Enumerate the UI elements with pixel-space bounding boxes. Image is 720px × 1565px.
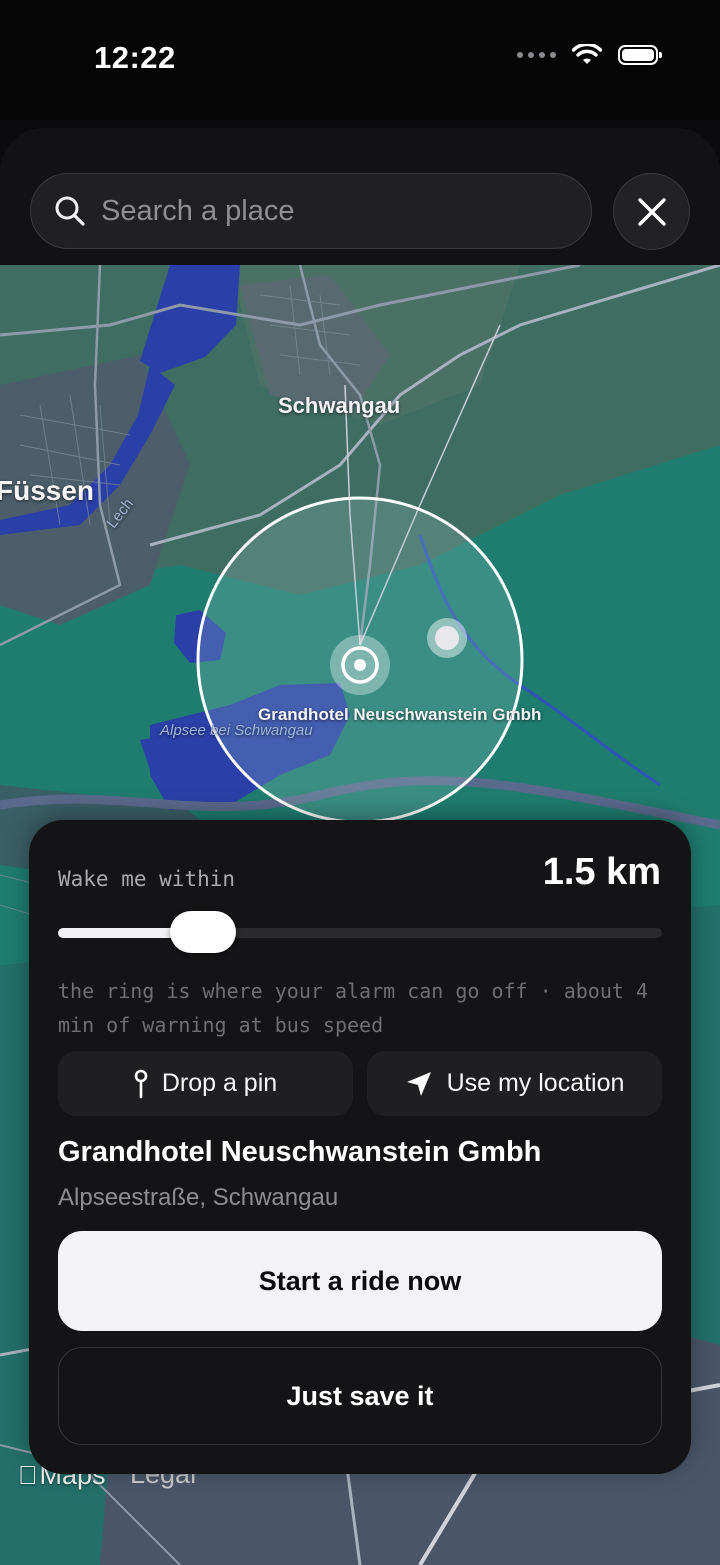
search-placeholder: Search a place: [101, 194, 295, 227]
place-name: Grandhotel Neuschwanstein Gmbh: [58, 1136, 542, 1168]
map-label-schwangau: Schwangau: [278, 393, 401, 418]
map-label-hotel[interactable]: Grandhotel Neuschwanstein Gmbh: [258, 705, 541, 724]
use-location-button[interactable]: Use my location: [367, 1051, 662, 1116]
close-icon: [637, 197, 666, 226]
map-label-fussen: Füssen: [0, 475, 95, 506]
start-ride-button[interactable]: Start a ride now: [58, 1231, 662, 1331]
status-icons: [517, 44, 662, 66]
alarm-sheet: Wake me within 1.5 km the ring is where …: [29, 820, 691, 1474]
drop-pin-label: Drop a pin: [161, 1069, 278, 1097]
place-address: Alpseestraße, Schwangau: [58, 1184, 339, 1211]
status-bar: 12:22: [0, 0, 720, 120]
wake-label: Wake me within: [58, 867, 236, 891]
close-button[interactable]: [613, 173, 690, 250]
wifi-icon: [572, 44, 602, 64]
distance-value: 1.5 km: [542, 851, 661, 893]
use-location-label: Use my location: [446, 1069, 625, 1097]
distance-slider[interactable]: [58, 911, 662, 953]
search-input[interactable]: Search a place: [30, 173, 592, 249]
save-button[interactable]: Just save it: [58, 1347, 662, 1445]
map-label-alpsee: Alpsee bei Schwangau: [160, 722, 313, 739]
search-icon: [55, 196, 85, 226]
apple-icon: : [18, 1460, 38, 1491]
signal-icon: [517, 52, 556, 58]
location-arrow-icon: [406, 1071, 431, 1096]
battery-icon: [618, 45, 662, 65]
status-time: 12:22: [94, 40, 176, 75]
ring-hint: the ring is where your alarm can go off …: [58, 979, 649, 1037]
drop-pin-button[interactable]: Drop a pin: [58, 1051, 353, 1116]
pin-icon: [134, 1069, 148, 1098]
slider-thumb[interactable]: [169, 911, 236, 953]
